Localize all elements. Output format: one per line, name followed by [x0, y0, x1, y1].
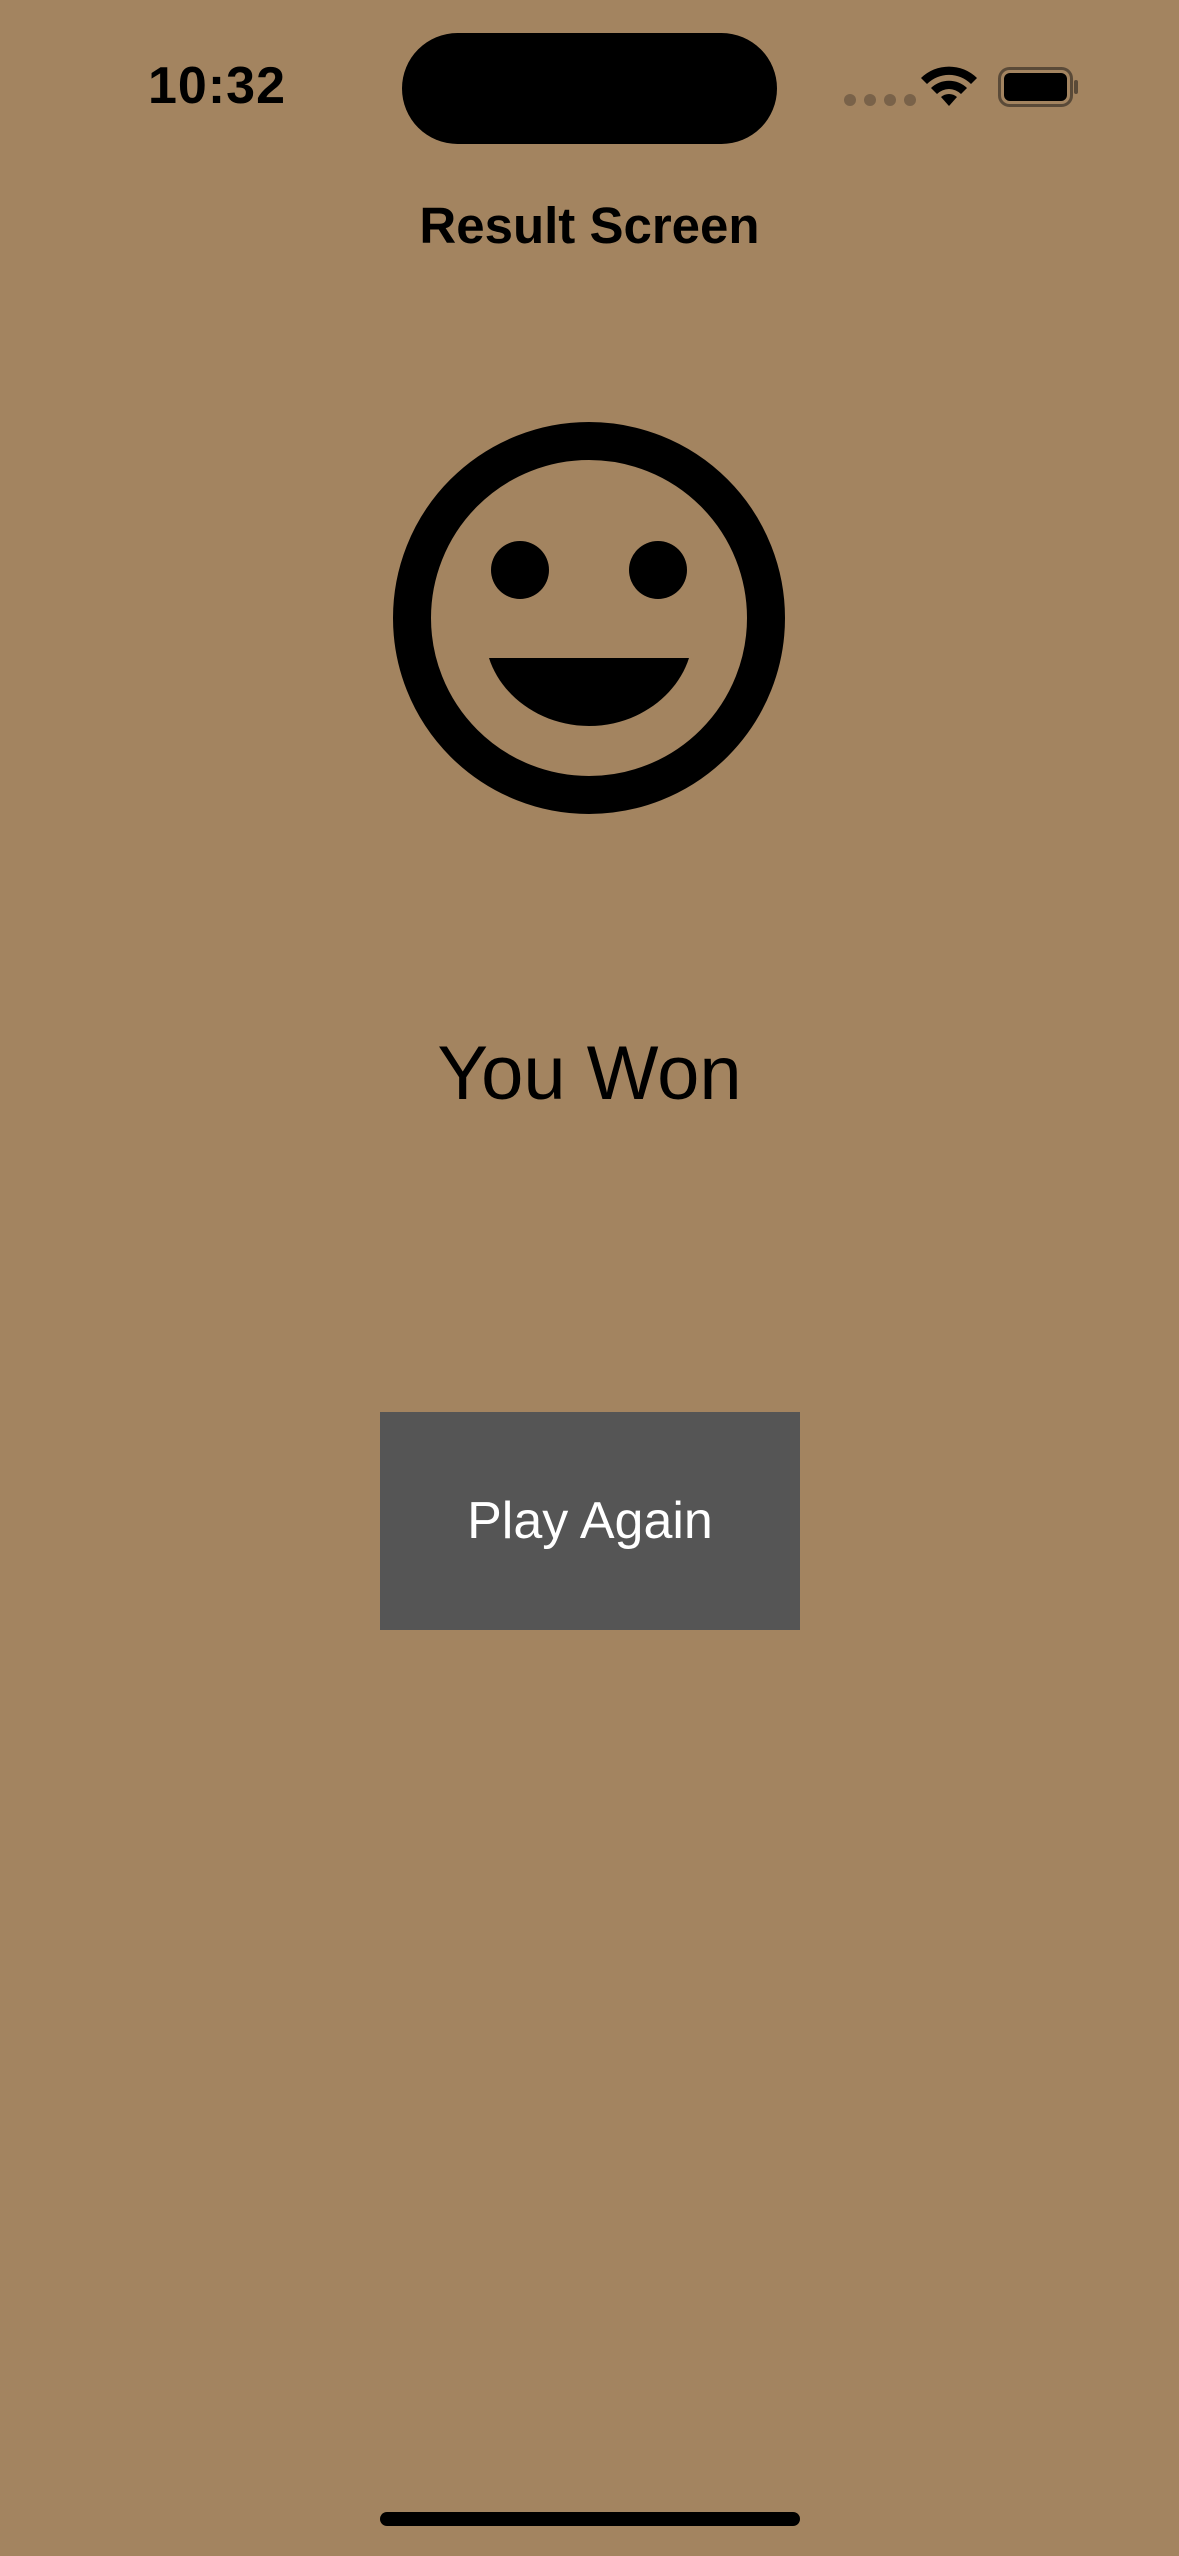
page-title: Result Screen [419, 197, 760, 254]
smiley-face-icon [393, 422, 785, 814]
play-again-label: Play Again [467, 1492, 713, 1550]
cellular-signal-icon [844, 94, 916, 106]
result-message: You Won [437, 1031, 742, 1116]
status-time: 10:32 [148, 57, 286, 115]
dynamic-island [402, 33, 777, 144]
wifi-icon [921, 66, 977, 106]
battery-icon [998, 67, 1078, 107]
home-indicator[interactable] [380, 2512, 800, 2526]
result-screen: 10:32 Result Screen You Won Play Again [0, 0, 1179, 2556]
play-again-button[interactable]: Play Again [380, 1412, 800, 1630]
